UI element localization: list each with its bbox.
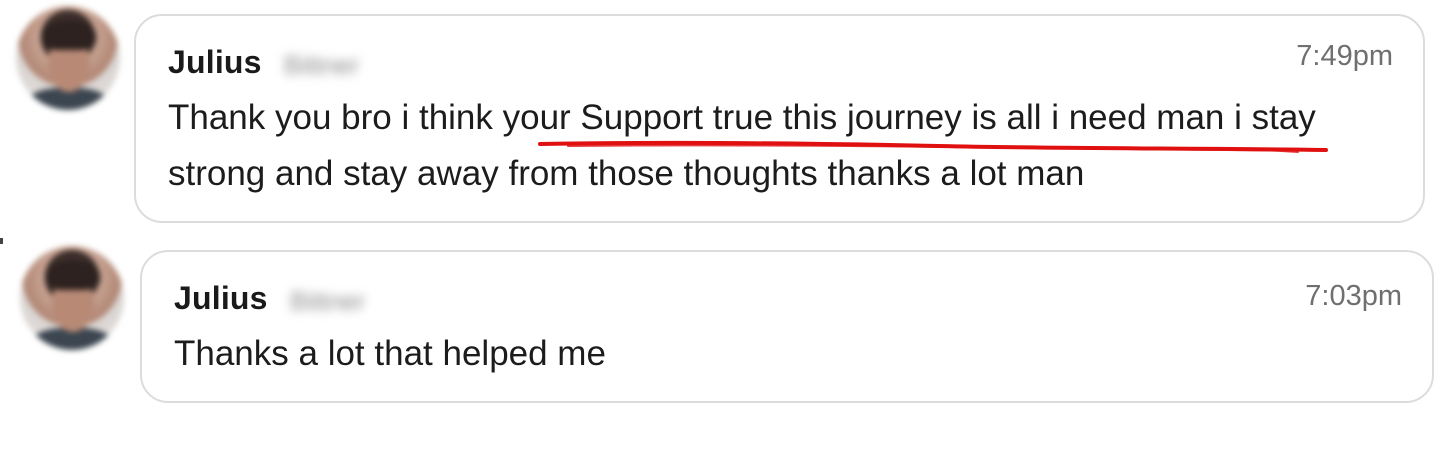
sender-surname-blurred: Bittner <box>284 50 360 80</box>
sender-name[interactable]: Julius <box>174 280 268 317</box>
message-text: Thanks a lot that helped me <box>174 334 606 373</box>
message-text: Thank you bro i think your Support true … <box>168 98 1316 193</box>
message-bubble: Julius Bittner 7:03pm Thanks a lot that … <box>140 250 1434 403</box>
avatar-hair <box>46 260 100 290</box>
message-bubble: Julius Bittner 7:49pm Thank you bro i th… <box>134 14 1425 223</box>
sender-name[interactable]: Julius <box>168 44 262 81</box>
user-avatar-icon[interactable] <box>20 246 124 350</box>
user-avatar-icon[interactable] <box>16 6 120 110</box>
message-timestamp: 7:49pm <box>1296 40 1393 72</box>
avatar-hair <box>42 20 96 50</box>
sender-surname-blurred: Bittner <box>290 286 366 316</box>
message-timestamp: 7:03pm <box>1305 280 1402 312</box>
edge-artifact <box>0 238 3 244</box>
